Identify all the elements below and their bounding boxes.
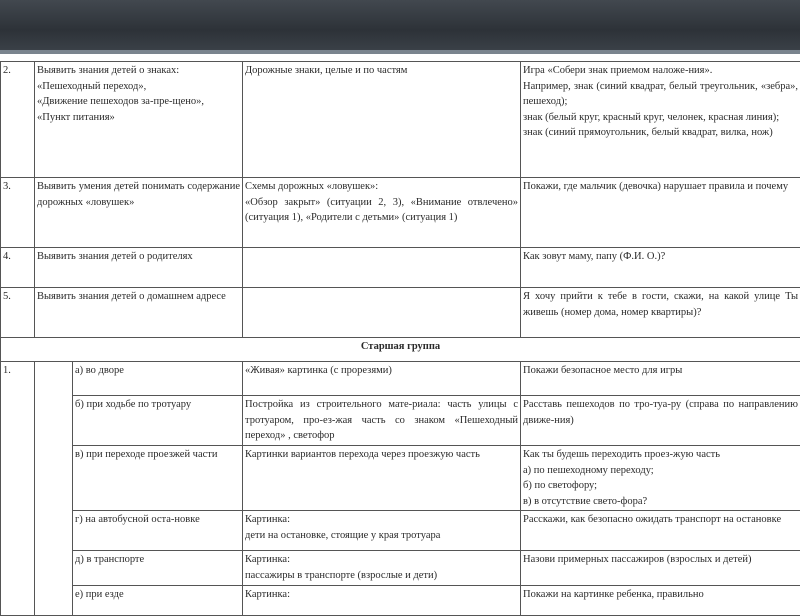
material-cell: Схемы дорожных «ловушек»:«Обзор закрыт» … (243, 178, 521, 248)
goal-cell-line: «Пункт питания» (37, 110, 240, 126)
activity-cell: Как ты будешь переходить проез-жую часть… (521, 446, 800, 511)
table-row: 2.Выявить знания детей о знаках:«Пешеход… (1, 62, 800, 178)
activity-cell-line: знак (белый круг, красный круг, челонек,… (523, 110, 798, 126)
table-row: 4.Выявить знания детей о родителях Как зо… (1, 248, 800, 288)
title-bar (0, 0, 800, 50)
activity-cell-line: Покажи, где мальчик (девочка) нарушает п… (523, 179, 798, 195)
material-cell: Картинки вариантов перехода через проезж… (243, 446, 521, 511)
table-row: е) при ездеКартинка: Покажи на картинке р… (1, 586, 800, 616)
material-cell (243, 248, 521, 288)
goal-cell: Выявить знания детей о домашнем адресе (35, 288, 243, 338)
material-cell-line: «Живая» картинка (с прорезями) (245, 363, 518, 379)
row-number: 4. (1, 248, 35, 288)
activity-cell-line: Как зовут маму, папу (Ф.И. О.)? (523, 249, 798, 265)
material-cell-line: Картинки вариантов перехода через проезж… (245, 447, 518, 463)
material-cell-line: Картинка: (245, 512, 518, 528)
activity-cell: Игра «Собери знак приемом наложе-ния».На… (521, 62, 800, 178)
material-cell-line: Картинка: (245, 587, 518, 603)
table-row: б) при ходьбе по тротуаруПостройка из ст… (1, 396, 800, 446)
table-row: 5.Выявить знания детей о домашнем адресе… (1, 288, 800, 338)
goal-cell-line: «Движение пешеходов за-пре-щено», (37, 94, 240, 110)
goal-cell-line: Выявить знания детей о родителях (37, 249, 240, 265)
sub-item-cell: а) во дворе (73, 362, 243, 396)
activity-cell-line: Как ты будешь переходить проез-жую часть (523, 447, 798, 463)
activity-cell: Покажи, где мальчик (девочка) нарушает п… (521, 178, 800, 248)
activity-cell-line: в) в отсутствие свето-фора? (523, 494, 798, 510)
goal-cell-line: Выявить умения детей понимать содержание… (37, 179, 240, 210)
material-cell: «Живая» картинка (с прорезями) (243, 362, 521, 396)
sub-item-cell: д) в транспорте (73, 551, 243, 586)
material-cell: Постройка из строительного мате-риала: ч… (243, 396, 521, 446)
section-row: Старшая группа (1, 338, 800, 362)
material-cell (243, 288, 521, 338)
goal-cell: Выявить знания детей о знаках:«Пешеходны… (35, 62, 243, 178)
material-cell-line: Схемы дорожных «ловушек»: (245, 179, 518, 195)
material-cell-line: Дорожные знаки, целые и по частям (245, 63, 518, 79)
sub-item-cell: г) на автобусной оста-новке (73, 511, 243, 551)
activity-cell-line: б) по светофору; (523, 478, 798, 494)
material-cell: Дорожные знаки, целые и по частям (243, 62, 521, 178)
table-row: 1.а) во дворе«Живая» картинка (с прорезя… (1, 362, 800, 396)
material-cell: Картинка: (243, 586, 521, 616)
activity-cell: Назови примерных пассажиров (взрослых и … (521, 551, 800, 586)
goal-cell-line: Выявить знания детей о знаках: (37, 63, 240, 79)
material-cell-line: дети на остановке, стоящие у края тротуа… (245, 528, 518, 544)
sub-item-cell: е) при езде (73, 586, 243, 616)
activity-cell-line: Покажи на картинке ребенка, правильно (523, 587, 798, 603)
slide: 2.Выявить знания детей о знаках:«Пешеход… (0, 54, 800, 600)
goal-cell: Выявить знания детей о родителях (35, 248, 243, 288)
activity-cell: Расставь пешеходов по тро-туа-ру (справа… (521, 396, 800, 446)
material-cell: Картинка:дети на остановке, стоящие у кр… (243, 511, 521, 551)
goal-cell: Выявить умения детей понимать содержание… (35, 178, 243, 248)
activity-cell-line: Я хочу прийти к тебе в гости, скажи, на … (523, 289, 798, 320)
activity-cell: Покажи на картинке ребенка, правильно (521, 586, 800, 616)
material-cell-line: Картинка: (245, 552, 518, 568)
material-cell-line: «Обзор закрыт» (ситуации 2, 3), «Внимани… (245, 195, 518, 226)
activity-cell-line: Расскажи, как безопасно ожидать транспор… (523, 512, 798, 528)
activity-cell-line: Игра «Собери знак приемом наложе-ния». (523, 63, 798, 79)
activity-cell: Покажи безопасное место для игры (521, 362, 800, 396)
activity-cell-line: а) по пешеходному переходу; (523, 463, 798, 479)
activity-cell: Расскажи, как безопасно ожидать транспор… (521, 511, 800, 551)
activity-cell-line: Назови примерных пассажиров (взрослых и … (523, 552, 798, 568)
material-cell: Картинка:пассажиры в транспорте (взрослы… (243, 551, 521, 586)
empty-cell (35, 362, 73, 616)
row-number: 2. (1, 62, 35, 178)
activity-cell: Я хочу прийти к тебе в гости, скажи, на … (521, 288, 800, 338)
activity-cell-line: Расставь пешеходов по тро-туа-ру (справа… (523, 397, 798, 428)
sub-item-cell: б) при ходьбе по тротуару (73, 396, 243, 446)
activity-cell: Как зовут маму, папу (Ф.И. О.)? (521, 248, 800, 288)
activity-cell-line: знак (синий прямоугольник, белый квадрат… (523, 125, 798, 141)
material-cell-line: пассажиры в транспорте (взрослые и дети) (245, 568, 518, 584)
activity-cell-line: Например, знак (синий квадрат, белый тре… (523, 79, 798, 110)
row-number: 1. (1, 362, 35, 616)
goal-cell-line: Выявить знания детей о домашнем адресе (37, 289, 240, 305)
table-row: д) в транспортеКартинка:пассажиры в тран… (1, 551, 800, 586)
row-number: 3. (1, 178, 35, 248)
diagnostics-table: 2.Выявить знания детей о знаках:«Пешеход… (0, 61, 800, 616)
table-row: 3.Выявить умения детей понимать содержан… (1, 178, 800, 248)
goal-cell-line: «Пешеходный переход», (37, 79, 240, 95)
material-cell-line: Постройка из строительного мате-риала: ч… (245, 397, 518, 444)
activity-cell-line: Покажи безопасное место для игры (523, 363, 798, 379)
table-row: в) при переходе проезжей частиКартинки в… (1, 446, 800, 511)
table-row: г) на автобусной оста-новкеКартинка:дети… (1, 511, 800, 551)
section-title: Старшая группа (1, 338, 800, 362)
row-number: 5. (1, 288, 35, 338)
sub-item-cell: в) при переходе проезжей части (73, 446, 243, 511)
